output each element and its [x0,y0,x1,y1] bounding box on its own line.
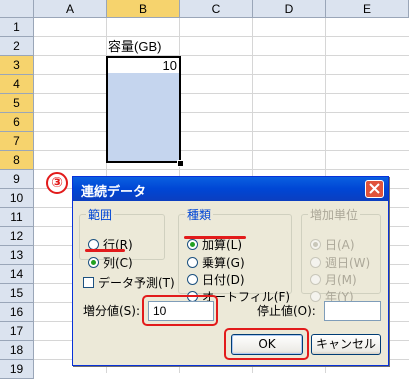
row-header-9[interactable]: 9 [0,170,34,189]
radio-growth-indicator[interactable] [187,257,198,268]
grid-line [34,112,409,113]
column-header-e[interactable]: E [326,0,409,18]
type-legend: 種類 [187,208,212,222]
unit-legend: 増加単位 [310,208,359,222]
select-all-corner[interactable] [0,0,34,18]
dialog-titlebar[interactable]: 連続データ [73,177,388,201]
radio-month-indicator[interactable] [310,274,321,285]
cell-b2-header[interactable]: 容量(GB) [108,38,198,56]
row-header-12[interactable]: 12 [0,227,34,246]
grid-line [34,131,409,132]
row-header-13[interactable]: 13 [0,246,34,265]
row-header-17[interactable]: 17 [0,322,34,341]
row-header-15[interactable]: 15 [0,284,34,303]
radio-column-indicator[interactable] [88,257,99,268]
row-header-4[interactable]: 4 [0,75,34,94]
stop-value-input[interactable] [324,301,381,321]
radio-weekday-label: 週日(W) [325,256,371,270]
column-header-c[interactable]: C [180,0,253,18]
row-header-19[interactable]: 19 [0,360,34,379]
radio-linear-indicator[interactable] [187,239,198,250]
column-header-b[interactable]: B [107,0,180,18]
row-header-18[interactable]: 18 [0,341,34,360]
close-icon [369,183,380,194]
highlight-box-ok [224,328,309,360]
highlight-underline-linear [184,236,246,239]
row-header-2[interactable]: 2 [0,37,34,56]
cell-b3-value[interactable]: 10 [108,58,177,73]
radio-month-label: 月(M) [325,273,357,287]
column-header-a[interactable]: A [34,0,107,18]
radio-day-label: 日(A) [325,238,355,252]
grid-line [34,169,409,170]
row-header-6[interactable]: 6 [0,113,34,132]
grid-line [34,74,409,75]
step-marker: ③ [46,172,68,194]
row-header-14[interactable]: 14 [0,265,34,284]
row-header-3[interactable]: 3 [0,56,34,75]
range-legend: 範囲 [88,208,113,222]
row-header-16[interactable]: 16 [0,303,34,322]
cancel-button[interactable]: キャンセル [311,334,381,355]
close-button[interactable] [365,180,384,198]
unit-group: 増加単位 日(A) 週日(W) 月(M) 年(Y) [301,206,381,304]
series-dialog: 連続データ 範囲 行(R) 列(C) 種類 加算(L) 乗算(G) 日付(D) … [72,176,389,366]
radio-date-label: 日付(D) [202,273,245,287]
row-header-1[interactable]: 1 [0,18,34,37]
trend-checkbox-box[interactable] [83,277,94,288]
grid-line [34,150,409,151]
highlight-box-step-value [142,295,218,326]
column-header-d[interactable]: D [253,0,326,18]
row-header-10[interactable]: 10 [0,189,34,208]
type-group: 種類 加算(L) 乗算(G) 日付(D) オートフィル(F) [178,206,292,304]
radio-year-indicator[interactable] [310,291,321,302]
row-header-11[interactable]: 11 [0,208,34,227]
row-header-8[interactable]: 8 [0,151,34,170]
radio-day-indicator[interactable] [310,239,321,250]
row-header-7[interactable]: 7 [0,132,34,151]
grid-line [34,93,409,94]
stop-value-label: 停止値(O): [257,304,316,318]
radio-column-label: 列(C) [103,256,133,270]
highlight-underline-column [85,249,125,252]
trend-checkbox-label: データ予測(T) [98,276,175,290]
grid-line [34,55,409,56]
radio-growth-label: 乗算(G) [202,256,245,270]
radio-weekday-indicator[interactable] [310,257,321,268]
row-header-5[interactable]: 5 [0,94,34,113]
step-value-label: 増分値(S): [83,304,141,318]
dialog-title: 連続データ [81,185,147,200]
grid-line [34,36,409,37]
fill-handle[interactable] [177,160,184,167]
radio-linear-label: 加算(L) [202,238,243,252]
radio-date-indicator[interactable] [187,274,198,285]
